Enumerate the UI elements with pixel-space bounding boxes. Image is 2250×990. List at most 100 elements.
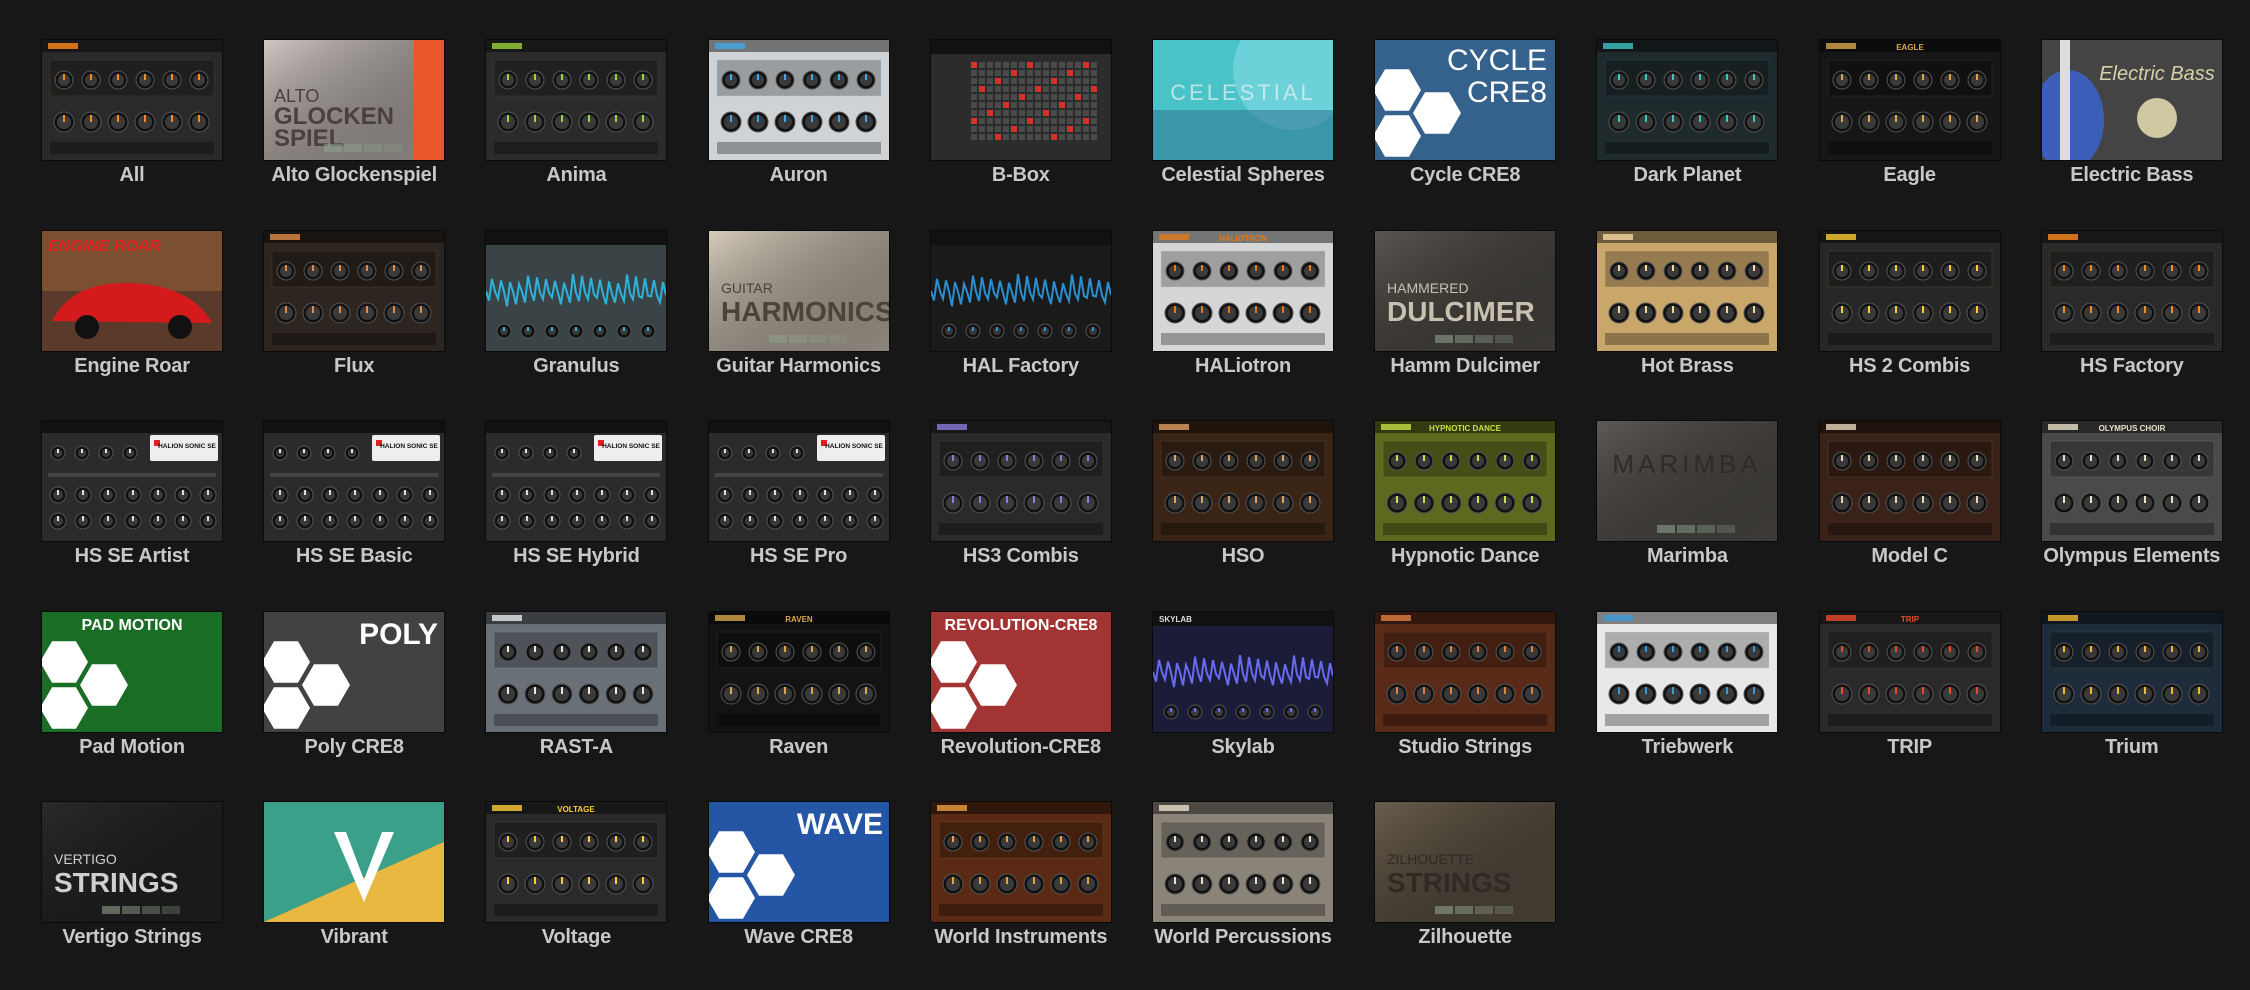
instrument-label[interactable]: Vibrant xyxy=(239,926,469,949)
instrument-tile-wave-cre8[interactable]: WAVE Wave CRE8 xyxy=(708,802,889,962)
instrument-label[interactable]: Vertigo Strings xyxy=(17,926,247,949)
hs-factory-thumbnail-icon[interactable] xyxy=(2041,230,2222,351)
instrument-label[interactable]: Revolution-CRE8 xyxy=(906,736,1136,759)
model-c-thumbnail-icon[interactable] xyxy=(1819,421,2000,541)
world-percussions-thumbnail-icon[interactable] xyxy=(1153,802,1333,922)
instrument-tile-hs-se-basic[interactable]: HALION SONIC SE HS SE Basic xyxy=(264,421,445,581)
instrument-label[interactable]: Granulus xyxy=(461,355,691,378)
vibrant-thumbnail-icon[interactable] xyxy=(264,802,445,922)
instrument-label[interactable]: HS SE Artist xyxy=(17,545,247,568)
instrument-label[interactable]: Anima xyxy=(461,164,691,187)
all-plugins-thumbnail-icon[interactable] xyxy=(42,40,222,160)
alto-glockenspiel-thumbnail-icon[interactable]: ALTO GLOCKEN SPIEL xyxy=(264,40,445,160)
anima-thumbnail-icon[interactable] xyxy=(486,40,667,160)
instrument-label[interactable]: Trium xyxy=(2017,736,2247,759)
instrument-label[interactable]: Alto Glockenspiel xyxy=(239,164,469,187)
skylab-thumbnail-icon[interactable]: SKYLAB xyxy=(1153,611,1333,732)
instrument-label[interactable]: Celestial Spheres xyxy=(1128,164,1358,187)
hot-brass-thumbnail-icon[interactable] xyxy=(1597,230,1778,351)
instrument-tile-flux[interactable]: Flux xyxy=(264,230,445,391)
instrument-tile-trip[interactable]: TRIP TRIP xyxy=(1819,611,2000,772)
hamm-dulcimer-thumbnail-icon[interactable]: HAMMERED DULCIMER xyxy=(1375,230,1556,351)
instrument-tile-marimba[interactable]: MARIMBA Marimba xyxy=(1597,421,1778,581)
instrument-tile-model-c[interactable]: Model C xyxy=(1819,421,2000,581)
instrument-label[interactable]: Hot Brass xyxy=(1572,355,1802,378)
dark-planet-thumbnail-icon[interactable] xyxy=(1597,40,1778,160)
granulus-thumbnail-icon[interactable] xyxy=(486,230,667,351)
instrument-tile-world-percussions[interactable]: World Percussions xyxy=(1153,802,1333,962)
hs-se-pro-thumbnail-icon[interactable]: HALION SONIC SE xyxy=(708,421,889,541)
voltage-thumbnail-icon[interactable]: VOLTAGE xyxy=(486,802,667,922)
hs-se-basic-thumbnail-icon[interactable]: HALION SONIC SE xyxy=(264,421,445,541)
instrument-tile-olympus-elements[interactable]: OLYMPUS CHOIR Olympus Elements xyxy=(2041,421,2222,581)
marimba-thumbnail-icon[interactable]: MARIMBA xyxy=(1597,421,1778,541)
instrument-tile-world-instruments[interactable]: World Instruments xyxy=(930,802,1111,962)
b-box-thumbnail-icon[interactable] xyxy=(930,40,1111,160)
instrument-label[interactable]: Hamm Dulcimer xyxy=(1350,355,1580,378)
eagle-thumbnail-icon[interactable]: EAGLE xyxy=(1819,40,2000,160)
instrument-tile-hso[interactable]: HSO xyxy=(1153,421,1333,581)
instrument-label[interactable]: Auron xyxy=(684,164,914,187)
instrument-label[interactable]: HSO xyxy=(1128,545,1358,568)
hs-se-artist-thumbnail-icon[interactable]: HALION SONIC SE xyxy=(42,421,222,541)
hal-factory-thumbnail-icon[interactable] xyxy=(930,230,1111,351)
trip-thumbnail-icon[interactable]: TRIP xyxy=(1819,611,2000,732)
instrument-label[interactable]: HALiotron xyxy=(1128,355,1358,378)
instrument-tile-alto-glockenspiel[interactable]: ALTO GLOCKEN SPIEL Alto Glockenspiel xyxy=(264,40,445,200)
zilhouette-thumbnail-icon[interactable]: ZILHOUETTE STRINGS xyxy=(1375,802,1556,922)
celestial-spheres-thumbnail-icon[interactable]: CELESTIAL xyxy=(1153,40,1333,160)
instrument-tile-trium[interactable]: Trium xyxy=(2041,611,2222,772)
instrument-label[interactable]: Poly CRE8 xyxy=(239,736,469,759)
studio-strings-thumbnail-icon[interactable] xyxy=(1375,611,1556,732)
revolution-cre8-thumbnail-icon[interactable]: REVOLUTION-CRE8 xyxy=(930,611,1111,732)
flux-thumbnail-icon[interactable] xyxy=(264,230,445,351)
instrument-label[interactable]: HS SE Basic xyxy=(239,545,469,568)
instrument-label[interactable]: All xyxy=(17,164,247,187)
instrument-tile-granulus[interactable]: Granulus xyxy=(486,230,667,391)
instrument-tile-voltage[interactable]: VOLTAGE Voltage xyxy=(486,802,667,962)
instrument-tile-electric-bass[interactable]: Electric Bass Electric Bass xyxy=(2041,40,2222,200)
instrument-label[interactable]: HS SE Pro xyxy=(684,545,914,568)
trium-thumbnail-icon[interactable] xyxy=(2041,611,2222,732)
triebwerk-thumbnail-icon[interactable] xyxy=(1597,611,1778,732)
instrument-label[interactable]: Pad Motion xyxy=(17,736,247,759)
electric-bass-thumbnail-icon[interactable]: Electric Bass xyxy=(2041,40,2222,160)
instrument-label[interactable]: World Instruments xyxy=(906,926,1136,949)
auron-thumbnail-icon[interactable] xyxy=(708,40,889,160)
instrument-label[interactable]: Marimba xyxy=(1572,545,1802,568)
instrument-tile-guitar-harmonics[interactable]: GUITAR HARMONICS Guitar Harmonics xyxy=(708,230,889,391)
instrument-tile-hs-2-combis[interactable]: HS 2 Combis xyxy=(1819,230,2000,391)
instrument-tile-hs-se-pro[interactable]: HALION SONIC SE HS SE Pro xyxy=(708,421,889,581)
hs-se-hybrid-thumbnail-icon[interactable]: HALION SONIC SE xyxy=(486,421,667,541)
instrument-tile-hs-factory[interactable]: HS Factory xyxy=(2041,230,2222,391)
instrument-label[interactable]: Eagle xyxy=(1795,164,2025,187)
instrument-tile-haliotron[interactable]: HALIOTRON HALiotron xyxy=(1153,230,1333,391)
instrument-label[interactable]: Zilhouette xyxy=(1350,926,1580,949)
instrument-label[interactable]: Electric Bass xyxy=(2017,164,2247,187)
instrument-label[interactable]: HAL Factory xyxy=(906,355,1136,378)
instrument-label[interactable]: Skylab xyxy=(1128,736,1358,759)
instrument-label[interactable]: HS3 Combis xyxy=(906,545,1136,568)
instrument-label[interactable]: TRIP xyxy=(1795,736,2025,759)
instrument-tile-poly-cre8[interactable]: POLY Poly CRE8 xyxy=(264,611,445,772)
instrument-tile-hs-se-hybrid[interactable]: HALION SONIC SE HS SE Hybrid xyxy=(486,421,667,581)
instrument-tile-studio-strings[interactable]: Studio Strings xyxy=(1375,611,1556,772)
instrument-tile-skylab[interactable]: SKYLAB Skylab xyxy=(1153,611,1333,772)
instrument-tile-hs3-combis[interactable]: HS3 Combis xyxy=(930,421,1111,581)
instrument-tile-dark-planet[interactable]: Dark Planet xyxy=(1597,40,1778,200)
instrument-tile-vibrant[interactable]: Vibrant xyxy=(264,802,445,962)
instrument-tile-vertigo-strings[interactable]: VERTIGO STRINGS Vertigo Strings xyxy=(42,802,222,962)
instrument-label[interactable]: Voltage xyxy=(461,926,691,949)
guitar-harmonics-thumbnail-icon[interactable]: GUITAR HARMONICS xyxy=(708,230,889,351)
hso-thumbnail-icon[interactable] xyxy=(1153,421,1333,541)
instrument-label[interactable]: Wave CRE8 xyxy=(684,926,914,949)
instrument-tile-hot-brass[interactable]: Hot Brass xyxy=(1597,230,1778,391)
instrument-label[interactable]: HS Factory xyxy=(2017,355,2247,378)
instrument-tile-auron[interactable]: Auron xyxy=(708,40,889,200)
instrument-label[interactable]: Hypnotic Dance xyxy=(1350,545,1580,568)
world-instruments-thumbnail-icon[interactable] xyxy=(930,802,1111,922)
instrument-label[interactable]: Model C xyxy=(1795,545,2025,568)
instrument-tile-engine-roar[interactable]: ENGINE ROAR Engine Roar xyxy=(42,230,222,391)
instrument-tile-rast-a[interactable]: RAST-A xyxy=(486,611,667,772)
cycle-cre8-thumbnail-icon[interactable]: CYCLE CRE8 xyxy=(1375,40,1556,160)
